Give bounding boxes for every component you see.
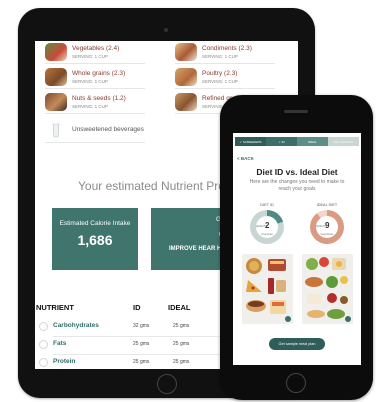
diet-type: American — [261, 232, 273, 236]
back-link[interactable]: < BACK — [237, 156, 254, 161]
food-group-name: Vegetables (2.4) — [72, 45, 120, 52]
ideal-diet-quality-gauge: QUALITY 9 Vegetarian — [310, 210, 344, 244]
nutrient-toggle-icon[interactable] — [39, 340, 48, 349]
food-group-serving: SERVING: 1 CUP — [202, 54, 238, 59]
divider — [175, 63, 275, 64]
vegetables-icon — [45, 43, 67, 61]
tablet-camera — [164, 28, 168, 32]
diet-id-quality-gauge: QUALITY 2 American — [250, 210, 284, 244]
refined-grains-icon — [175, 93, 197, 111]
calorie-intake-label: Estimated Calorie Intake — [59, 220, 131, 227]
current-diet-foods-image — [242, 254, 293, 324]
phone-home-button[interactable] — [286, 373, 306, 393]
food-group-serving: SERVING: 1 CUP — [72, 79, 108, 84]
tablet-home-button[interactable] — [157, 374, 177, 394]
diet-type: Vegetarian — [320, 232, 334, 236]
step-screeners[interactable]: ✓ SCREENERS — [235, 137, 266, 146]
nutrient-id-value: 25 gms — [133, 359, 150, 365]
ideal-diet-label: IDEAL DIET — [316, 203, 338, 207]
nutrient-profile-title: Your estimated Nutrient Prof — [78, 179, 229, 193]
condiments-icon — [175, 43, 197, 61]
food-group-serving: SERVING: 1 CUP — [72, 54, 108, 59]
divider — [45, 63, 145, 64]
beverage-icon — [45, 121, 67, 139]
nuts-seeds-icon — [45, 93, 67, 111]
food-group-name: Whole grains (2.3) — [72, 70, 126, 77]
nutrient-toggle-icon[interactable] — [39, 358, 48, 367]
quality-score: 2 — [265, 221, 270, 230]
sample-meal-plan-button[interactable]: Get sample meal plan — [269, 338, 325, 350]
zoom-icon[interactable] — [285, 316, 291, 322]
food-group-serving: SERVING: 1 CUP — [202, 79, 238, 84]
food-group-name: Unsweetened beverages — [72, 126, 144, 133]
food-group-name: Poultry (2.3) — [202, 70, 238, 77]
calorie-intake-value: 1,686 — [77, 232, 113, 248]
page-title: Diet ID vs. Ideal Diet — [256, 167, 338, 177]
step-ideal[interactable]: IDEAL — [297, 137, 328, 146]
poultry-icon — [175, 68, 197, 86]
calorie-intake-card: Estimated Calorie Intake 1,686 — [52, 208, 138, 270]
nutrient-id-value: 25 gms — [133, 341, 150, 347]
id-column-header: ID — [133, 303, 141, 312]
quality-label: QUALITY — [316, 225, 328, 228]
step-id[interactable]: ✓ ID — [266, 137, 297, 146]
food-group-name: Condiments (2.3) — [202, 45, 252, 52]
quality-score: 9 — [325, 221, 330, 230]
food-group-serving: SERVING: 1 CUP — [72, 104, 108, 109]
divider — [45, 88, 145, 89]
nutrient-ideal-value: 25 gms — [173, 359, 190, 365]
phone-device: ✓ SCREENERS ✓ ID IDEAL RECOMMEND < BACK … — [220, 95, 373, 400]
food-group-name: Nuts & seeds (1.2) — [72, 95, 126, 102]
nutrient-name: Carbohydrates — [53, 322, 99, 329]
phone-screen: ✓ SCREENERS ✓ ID IDEAL RECOMMEND < BACK … — [233, 133, 361, 365]
nutrient-ideal-value: 25 gms — [173, 341, 190, 347]
divider — [45, 142, 145, 143]
nutrient-name: Protein — [53, 358, 76, 365]
nutrient-column-header: NUTRIENT — [36, 303, 74, 312]
ideal-diet-foods-image — [302, 254, 353, 324]
nutrient-name: Fats — [53, 340, 67, 347]
whole-grains-icon — [45, 68, 67, 86]
ideal-column-header: IDEAL — [168, 303, 191, 312]
quality-label: QUALITY — [256, 225, 268, 228]
diet-id-label: DIET ID — [260, 203, 274, 207]
nutrient-id-value: 32 gms — [133, 323, 150, 329]
page-subtitle: Here are the changes you need to make to… — [249, 179, 345, 192]
phone-speaker — [284, 110, 308, 113]
nutrient-toggle-icon[interactable] — [39, 322, 48, 331]
progress-steps: ✓ SCREENERS ✓ ID IDEAL RECOMMEND — [235, 137, 359, 146]
divider — [175, 88, 275, 89]
divider — [45, 113, 145, 114]
nutrient-ideal-value: 25 gms — [173, 323, 190, 329]
zoom-icon[interactable] — [345, 316, 351, 322]
step-recommend[interactable]: RECOMMEND — [328, 137, 359, 146]
